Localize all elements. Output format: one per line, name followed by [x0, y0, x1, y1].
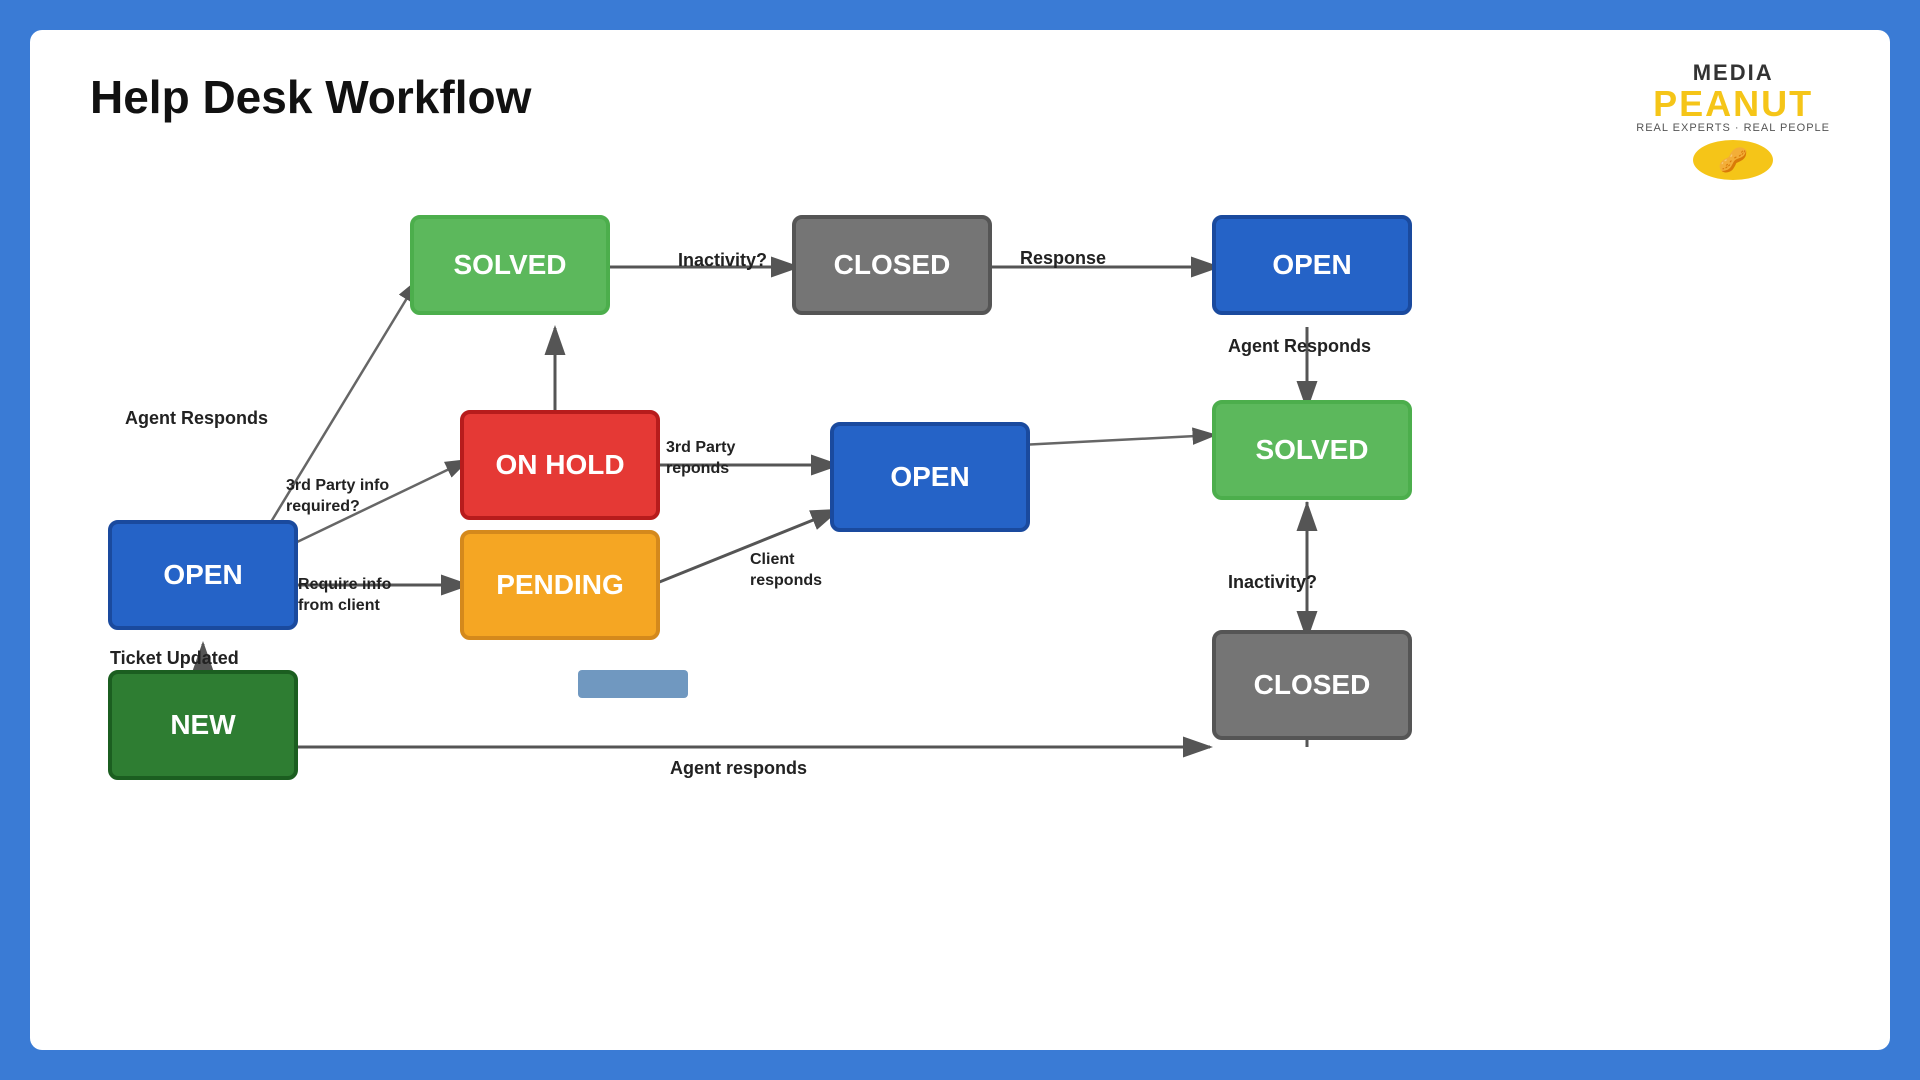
label-client-responds: Client responds: [750, 550, 822, 592]
label-response: Response: [1020, 248, 1106, 269]
label-inactivity-right: Inactivity?: [1228, 572, 1317, 593]
arrows-svg: [30, 30, 1890, 1050]
node-closed-right: CLOSED: [1212, 630, 1412, 740]
peanut-icon: 🥜: [1693, 140, 1773, 180]
logo-sub: REAL EXPERTS · REAL PEOPLE: [1636, 122, 1830, 134]
blue-bar-decoration: [578, 670, 688, 698]
node-pending: PENDING: [460, 530, 660, 640]
label-agent-responds-bottom: Agent responds: [670, 758, 807, 779]
node-open-top-right: OPEN: [1212, 215, 1412, 315]
node-open-mid: OPEN: [830, 422, 1030, 532]
page-title: Help Desk Workflow: [90, 70, 531, 124]
label-require-info: Require info from client: [298, 575, 391, 617]
label-3rd-party-reponds: 3rd Party reponds: [666, 438, 735, 480]
node-new: NEW: [108, 670, 298, 780]
label-ticket-updated: Ticket Updated: [110, 648, 239, 669]
node-on-hold: ON HOLD: [460, 410, 660, 520]
label-inactivity-top: Inactivity?: [678, 250, 767, 271]
node-closed-top: CLOSED: [792, 215, 992, 315]
node-solved-top: SOLVED: [410, 215, 610, 315]
logo-peanut: PEANUT: [1636, 86, 1830, 122]
label-agent-responds-left: Agent Responds: [125, 408, 268, 429]
node-open-left: OPEN: [108, 520, 298, 630]
label-agent-responds-top: Agent Responds: [1228, 336, 1371, 357]
label-3rd-party-info: 3rd Party info required?: [286, 476, 389, 518]
main-card: Help Desk Workflow MEDIA PEANUT REAL EXP…: [30, 30, 1890, 1050]
logo: MEDIA PEANUT REAL EXPERTS · REAL PEOPLE …: [1636, 60, 1830, 180]
node-solved-right: SOLVED: [1212, 400, 1412, 500]
